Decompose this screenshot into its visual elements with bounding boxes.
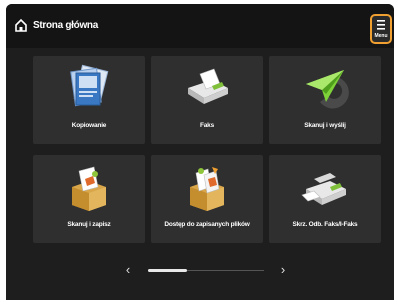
tile-copy[interactable]: Kopiowanie: [33, 56, 145, 144]
tile-fax-inbox[interactable]: Skrz. Odb. Faks/I-Faks: [269, 155, 381, 243]
fax-icon: [188, 68, 228, 104]
tile-label: Skanuj i wyślij: [304, 122, 346, 129]
tile-label: Kopiowanie: [71, 122, 107, 129]
copy-icon: [70, 64, 109, 107]
tile-scan-send[interactable]: Skanuj i wyślij: [269, 56, 381, 144]
page-indicator: ‹ ›: [6, 260, 394, 280]
scan-store-icon: [72, 166, 106, 211]
stored-files-icon: [190, 167, 224, 211]
chevron-right-icon[interactable]: ›: [276, 262, 290, 278]
fax-inbox-icon: [301, 173, 346, 205]
tile-label: Dostęp do zapisanych plików: [164, 221, 250, 228]
main-screen: Strona główna Menu Kopiowanie Faks Skanu…: [6, 4, 394, 300]
tile-stored-files[interactable]: Dostęp do zapisanych plików: [151, 155, 263, 243]
function-tiles: Kopiowanie Faks Skanuj i wyślij Skanuj i…: [6, 4, 394, 300]
tile-scan-store[interactable]: Skanuj i zapisz: [33, 155, 145, 243]
page-thumb[interactable]: [148, 269, 187, 272]
tile-label: Skanuj i zapisz: [67, 221, 111, 228]
chevron-left-icon[interactable]: ‹: [121, 262, 135, 278]
tile-label: Faks: [199, 122, 214, 129]
tile-fax[interactable]: Faks: [151, 56, 263, 144]
scan-send-icon: [306, 70, 349, 109]
tile-label: Skrz. Odb. Faks/I-Faks: [292, 221, 358, 228]
